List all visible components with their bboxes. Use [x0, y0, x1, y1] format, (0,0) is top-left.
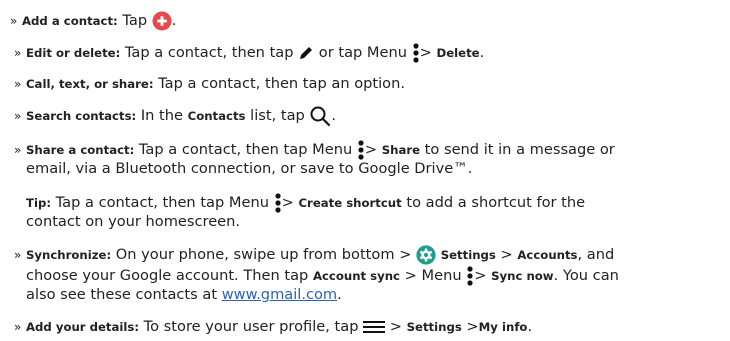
details-text-1: To store your user profile, tap — [139, 318, 364, 335]
sync-line-3: also see these contacts at www.gmail.com… — [26, 286, 342, 303]
tip-sep: > — [281, 194, 299, 211]
item-synchronize: » Synchronize: On your phone, swipe up f… — [14, 245, 615, 265]
chevron: » — [10, 14, 18, 28]
call-label: Call, text, or share: — [25, 77, 154, 91]
tip-line-1: Tip: Tap a contact, then tap Menu > Crea… — [26, 193, 585, 213]
edit-text-2: or tap Menu — [314, 44, 412, 61]
item-share-contact: » Share a contact: Tap a contact, then t… — [14, 140, 615, 160]
menu-dots-icon — [275, 193, 281, 213]
chevron: » — [14, 143, 22, 157]
item-add-contact: » Add a contact: Tap . — [10, 11, 176, 31]
chevron: » — [14, 77, 22, 91]
search-text-1: In the — [136, 107, 188, 124]
sync-label: Synchronize: — [25, 248, 112, 262]
add-contact-end: . — [171, 12, 177, 29]
add-contact-plus-icon — [152, 11, 172, 31]
sync-text-1: On your phone, swipe up from bottom > — [111, 246, 417, 263]
edit-text-1: Tap a contact, then tap — [120, 44, 299, 61]
edit-sep: > — [419, 44, 437, 61]
tip-line-2: contact on your homescreen. — [26, 213, 241, 230]
my-info-label: My info — [478, 320, 528, 334]
share-line-2: email, via a Bluetooth connection, or sa… — [26, 160, 473, 177]
item-call-text-share: » Call, text, or share: Tap a contact, t… — [14, 75, 405, 93]
sync-now-label: Sync now — [491, 269, 554, 283]
item-edit-delete: » Edit or delete: Tap a contact, then ta… — [14, 43, 485, 63]
share-text-2: to send it in a message or — [420, 141, 615, 158]
share-action: Share — [381, 143, 421, 157]
search-label: Search contacts: — [25, 109, 137, 123]
chevron: » — [14, 109, 22, 123]
share-text-1: Tap a contact, then tap Menu — [134, 141, 357, 158]
delete-action: Delete — [436, 46, 480, 60]
chevron: » — [14, 248, 22, 262]
item-add-details: » Add your details: To store your user p… — [14, 318, 533, 335]
create-shortcut-action: Create shortcut — [298, 196, 402, 210]
share-label: Share a contact: — [25, 143, 135, 157]
gmail-link[interactable]: www.gmail.com — [222, 286, 337, 303]
chevron: » — [14, 320, 22, 334]
tip-text-2: to add a shortcut for the — [401, 194, 586, 211]
hamburger-menu-icon — [363, 321, 386, 333]
settings-gear-icon — [416, 245, 436, 265]
settings-label: Settings — [440, 248, 496, 262]
add-contact-text: Tap — [117, 12, 152, 29]
search-icon — [310, 106, 331, 127]
menu-dots-icon — [358, 140, 364, 160]
details-label: Add your details: — [25, 320, 140, 334]
account-sync-label: Account sync — [312, 269, 400, 283]
accounts-label: Accounts — [517, 248, 578, 262]
tip-label: Tip: — [26, 196, 52, 210]
details-settings-label: Settings — [406, 320, 462, 334]
contacts-list-name: Contacts — [187, 109, 246, 123]
share-sep: > — [364, 141, 382, 158]
edit-label: Edit or delete: — [25, 46, 121, 60]
tip-text-1: Tap a contact, then tap Menu — [51, 194, 274, 211]
item-search-contacts: » Search contacts: In the Contacts list,… — [14, 105, 336, 127]
sync-line-2: choose your Google account. Then tap Acc… — [26, 266, 619, 286]
menu-dots-icon — [413, 43, 419, 63]
pencil-icon — [300, 47, 313, 59]
search-text-2: list, tap — [245, 107, 305, 124]
call-text: Tap a contact, then tap an option. — [153, 75, 405, 92]
add-contact-label: Add a contact: — [21, 14, 118, 28]
chevron: » — [14, 46, 22, 60]
